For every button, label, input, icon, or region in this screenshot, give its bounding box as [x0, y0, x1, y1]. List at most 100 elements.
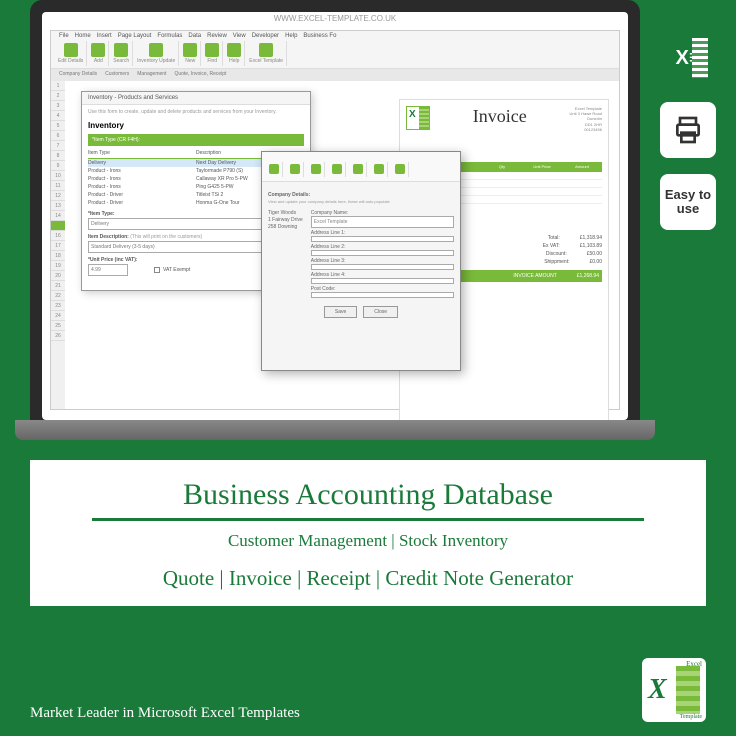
ribbon-tabs: File Home Insert Page Layout Formulas Da…	[51, 31, 344, 41]
dialog-add[interactable]	[287, 162, 304, 177]
spreadsheet-area: 1234567891011121314 15161718192021222324…	[51, 81, 619, 409]
invoice-header: Invoice Excel Template Unit 3 Hawe Road …	[406, 106, 602, 132]
search-icon	[311, 164, 321, 174]
laptop-base	[15, 420, 655, 440]
sub-company[interactable]: Company Details	[59, 71, 97, 79]
easy-to-use-badge: Easy to use	[660, 174, 716, 230]
checkbox-icon	[154, 267, 160, 273]
inventory-type-bar: *Item Type (CR F4H):	[88, 134, 304, 146]
tab-data[interactable]: Data	[188, 33, 201, 39]
addr1-input[interactable]	[311, 236, 454, 242]
ribbon-help[interactable]: Help	[224, 41, 245, 66]
ribbon-search[interactable]: Search	[110, 41, 133, 66]
invoice-address: Excel Template Unit 3 Hawe Road Dunedin …	[570, 106, 602, 132]
row-headers: 1234567891011121314 15161718192021222324…	[51, 81, 65, 409]
inventory-title: Inventory	[82, 119, 310, 132]
dialog-inventory[interactable]	[329, 162, 346, 177]
ribbon-add-label: Add	[94, 58, 103, 64]
marketing-box: Business Accounting Database Customer Ma…	[30, 460, 706, 606]
edit-icon	[269, 164, 279, 174]
template-icon	[259, 43, 273, 57]
addr3-input[interactable]	[311, 264, 454, 270]
tab-insert[interactable]: Insert	[97, 33, 112, 39]
ribbon-search-label: Search	[113, 58, 129, 64]
addr4-input[interactable]	[311, 278, 454, 284]
ribbon-add[interactable]: Add	[88, 41, 109, 66]
logo-bottom-label: Template	[680, 714, 702, 720]
dialog-edit[interactable]	[266, 162, 283, 177]
tab-view[interactable]: View	[233, 33, 246, 39]
company-input[interactable]: Excel Template	[311, 216, 454, 228]
vat-exempt-checkbox[interactable]: VAT Exempt	[154, 267, 190, 273]
dialog-find[interactable]	[371, 162, 388, 177]
laptop-frame: WWW.EXCEL-TEMPLATE.CO.UK File Home Inser…	[30, 0, 640, 420]
sub-management[interactable]: Management	[137, 71, 166, 79]
tab-formulas[interactable]: Formulas	[157, 33, 182, 39]
tab-file[interactable]: File	[59, 33, 69, 39]
tab-help[interactable]: Help	[285, 33, 297, 39]
ribbon-inventory[interactable]: Inventory Update	[134, 41, 179, 66]
ribbon-new-label: New	[185, 58, 195, 64]
ribbon-template[interactable]: Excel Template	[246, 41, 287, 66]
excel-app-icon: X≡	[660, 30, 716, 86]
company-details-dialog: Company Details: View and update your co…	[261, 151, 461, 371]
dialog-customer-info: Tiger Woods 1 Fairway Drive 258 Downing	[268, 210, 303, 294]
save-button[interactable]: Save	[324, 306, 357, 318]
find-icon	[374, 164, 384, 174]
logo-bars-icon	[676, 666, 700, 714]
tab-pagelayout[interactable]: Page Layout	[118, 33, 152, 39]
dialog-ribbon	[262, 152, 460, 182]
dialog-search[interactable]	[308, 162, 325, 177]
footer-logo: Excel X Template	[642, 658, 706, 722]
help-icon	[227, 43, 241, 57]
search-icon	[114, 43, 128, 57]
sub-quote[interactable]: Quote, Invoice, Receipt	[174, 71, 226, 79]
unit-price-input[interactable]: 4.99	[88, 264, 128, 276]
invoice-title: Invoice	[473, 106, 527, 127]
title-underline	[92, 518, 645, 521]
add-icon	[91, 43, 105, 57]
footer: Market Leader in Microsoft Excel Templat…	[30, 658, 706, 722]
dialog-help[interactable]	[392, 162, 409, 177]
dialog-title: Company Details:	[268, 192, 454, 198]
ribbon-edit[interactable]: Edit Details	[55, 41, 87, 66]
tab-developer[interactable]: Developer	[252, 33, 279, 39]
sub-ribbon: Company Details Customers Management Quo…	[51, 69, 619, 81]
active-row-marker	[51, 221, 65, 231]
tab-home[interactable]: Home	[75, 33, 91, 39]
inventory-header: Inventory - Products and Services	[82, 92, 310, 105]
ribbon-find[interactable]: Find	[202, 41, 223, 66]
dialog-buttons: Save Close	[268, 300, 454, 324]
new-icon	[353, 164, 363, 174]
side-icons: X≡ Easy to use	[660, 30, 716, 230]
print-icon	[660, 102, 716, 158]
subtitle: Customer Management | Stock Inventory	[54, 531, 682, 551]
dialog-note: View and update your company details her…	[268, 199, 454, 204]
inventory-icon	[149, 43, 163, 57]
close-button[interactable]: Close	[363, 306, 398, 318]
tab-review[interactable]: Review	[207, 33, 227, 39]
screen: WWW.EXCEL-TEMPLATE.CO.UK File Home Inser…	[42, 12, 628, 420]
main-title: Business Accounting Database	[54, 478, 682, 512]
dialog-body: Company Details: View and update your co…	[262, 182, 460, 330]
ribbon-help-label: Help	[229, 58, 239, 64]
logo-x-icon: X	[648, 674, 667, 706]
sub-customers[interactable]: Customers	[105, 71, 129, 79]
ribbon-inventory-label: Inventory Update	[137, 58, 175, 64]
ribbon-find-label: Find	[207, 58, 217, 64]
inventory-icon	[332, 164, 342, 174]
ribbon-new[interactable]: New	[180, 41, 201, 66]
ribbon-edit-label: Edit Details	[58, 58, 83, 64]
tab-business[interactable]: Business Fo	[303, 33, 336, 39]
edit-icon	[64, 43, 78, 57]
addr2-input[interactable]	[311, 250, 454, 256]
dialog-new[interactable]	[350, 162, 367, 177]
excel-main-window: File Home Insert Page Layout Formulas Da…	[50, 30, 620, 410]
laptop-mockup: WWW.EXCEL-TEMPLATE.CO.UK File Home Inser…	[30, 0, 640, 440]
features-text: Quote | Invoice | Receipt | Credit Note …	[54, 565, 682, 592]
postcode-input[interactable]	[311, 292, 454, 298]
ribbon-template-label: Excel Template	[249, 58, 283, 64]
inventory-note: Use this form to create, update and dele…	[82, 105, 310, 119]
url-bar: WWW.EXCEL-TEMPLATE.CO.UK	[274, 14, 397, 23]
add-icon	[290, 164, 300, 174]
